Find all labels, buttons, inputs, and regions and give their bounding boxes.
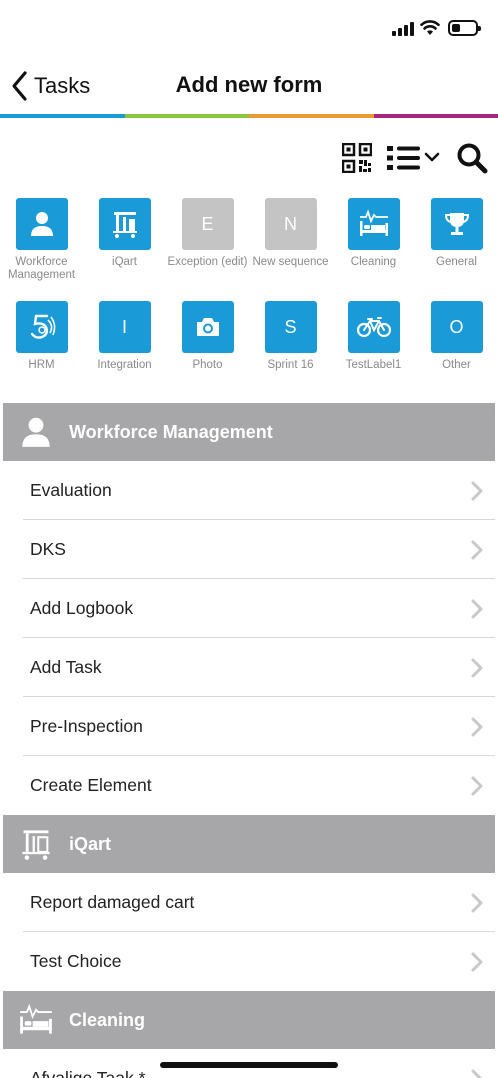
search-button[interactable] [456, 142, 488, 174]
list-item-label: Add Task [30, 657, 102, 677]
person-icon [30, 212, 53, 236]
tile-label: iQart [112, 256, 137, 268]
tile-hrm[interactable]: HRM [0, 301, 83, 372]
cellular-signal-icon [392, 22, 414, 36]
chevron-right-icon [471, 952, 483, 971]
chevron-right-icon [471, 1069, 483, 1078]
tile-icon-box [98, 198, 151, 250]
list-item-label: Test Choice [30, 951, 122, 971]
bed-icon [359, 209, 388, 236]
list-item-label: Afvalige Taak * [30, 1068, 146, 1078]
brand-strip-blue [0, 114, 125, 118]
chevron-right-icon [471, 893, 483, 912]
tile-testlabel1[interactable]: TestLabel1 [332, 301, 415, 372]
tile-label: HRM [28, 359, 55, 371]
brand-strip-orange [249, 114, 374, 118]
list-item-test-choice[interactable]: Test Choice [3, 932, 495, 991]
section-title: Cleaning [69, 1009, 146, 1030]
tile-label: New sequence [252, 256, 329, 268]
chevron-right-icon [471, 717, 483, 736]
tile-icon-box [15, 198, 68, 250]
list-item-create-element[interactable]: Create Element [3, 756, 495, 815]
tile-icon-box [15, 301, 68, 353]
list-item-label: Pre-Inspection [30, 716, 143, 736]
tile-sprint-16[interactable]: S Sprint 16 [249, 301, 332, 372]
list-item-dks[interactable]: DKS [3, 520, 495, 579]
brand-strip-purple [373, 114, 498, 118]
person-icon [22, 417, 50, 447]
list-item-label: Evaluation [30, 480, 112, 500]
tile-photo[interactable]: Photo [166, 301, 249, 372]
wifi-icon [420, 20, 440, 35]
status-bar [0, 0, 498, 58]
tile-icon-box [347, 301, 400, 353]
chevron-right-icon [471, 481, 483, 500]
cart-icon [22, 830, 50, 860]
tile-icon-box [347, 198, 400, 250]
home-indicator[interactable] [160, 1062, 338, 1068]
brand-color-strip [0, 114, 498, 118]
section-header-workforce-management: Workforce Management [3, 403, 495, 461]
bed-icon [20, 1003, 52, 1034]
list-item-report-damaged-cart[interactable]: Report damaged cart [3, 873, 495, 932]
tile-letter-box: I [98, 301, 151, 353]
search-icon [457, 143, 488, 174]
tile-icon-box [430, 198, 483, 250]
tile-label: Integration [97, 359, 152, 371]
list-item-label: Create Element [30, 775, 152, 795]
hrm-logo-icon [30, 314, 55, 339]
tile-other[interactable]: O Other [415, 301, 498, 372]
trophy-icon [444, 213, 469, 235]
tile-letter-box: N [264, 198, 317, 250]
toolbar [342, 138, 488, 178]
tile-label: Other [442, 359, 471, 371]
list-view-button[interactable] [386, 143, 442, 173]
camera-icon [196, 318, 219, 336]
list-item-add-task[interactable]: Add Task [3, 638, 495, 697]
form-section-list: Workforce Management Evaluation DKS Add … [3, 403, 495, 1078]
tile-general[interactable]: General [415, 198, 498, 269]
tile-label: General [436, 256, 477, 268]
list-item-evaluation[interactable]: Evaluation [3, 461, 495, 520]
list-item-label: DKS [30, 539, 66, 559]
tile-letter-box: S [264, 301, 317, 353]
tile-cleaning[interactable]: Cleaning [332, 198, 415, 269]
list-item-label: Report damaged cart [30, 892, 195, 912]
tile-integration[interactable]: I Integration [83, 301, 166, 372]
tile-iqart[interactable]: iQart [83, 198, 166, 269]
brand-strip-green [124, 114, 249, 118]
tile-workforce-management[interactable]: Workforce Management [0, 198, 83, 282]
chevron-right-icon [471, 658, 483, 677]
list-item-label: Add Logbook [30, 598, 134, 618]
section-title: Workforce Management [69, 421, 273, 442]
chevron-right-icon [471, 599, 483, 618]
qr-code-icon [342, 143, 372, 173]
battery-icon [448, 20, 481, 36]
navigation-bar: Tasks Add new form [0, 58, 498, 114]
tile-icon-box [181, 301, 234, 353]
tile-label: Workforce Management [7, 256, 76, 281]
chevron-right-icon [471, 776, 483, 795]
page-title: Add new form [175, 72, 323, 97]
tile-label: Exception (edit) [167, 256, 248, 268]
list-view-icon [387, 146, 440, 170]
section-header-iqart: iQart [3, 815, 495, 873]
tile-label: Sprint 16 [267, 359, 314, 371]
tile-new-sequence[interactable]: N New sequence [249, 198, 332, 269]
tile-label: TestLabel1 [345, 359, 402, 371]
chevron-right-icon [471, 540, 483, 559]
tile-letter-box: O [430, 301, 483, 353]
qr-scan-button[interactable] [342, 143, 372, 173]
list-item-add-logbook[interactable]: Add Logbook [3, 579, 495, 638]
tile-label: Cleaning [350, 256, 397, 268]
section-title: iQart [69, 833, 112, 854]
tile-exception-edit[interactable]: E Exception (edit) [166, 198, 249, 269]
tile-letter-box: E [181, 198, 234, 250]
tile-label: Photo [192, 359, 223, 371]
section-header-cleaning: Cleaning [3, 991, 495, 1049]
list-item-pre-inspection[interactable]: Pre-Inspection [3, 697, 495, 756]
cart-icon [112, 212, 137, 238]
bicycle-icon [356, 317, 391, 338]
